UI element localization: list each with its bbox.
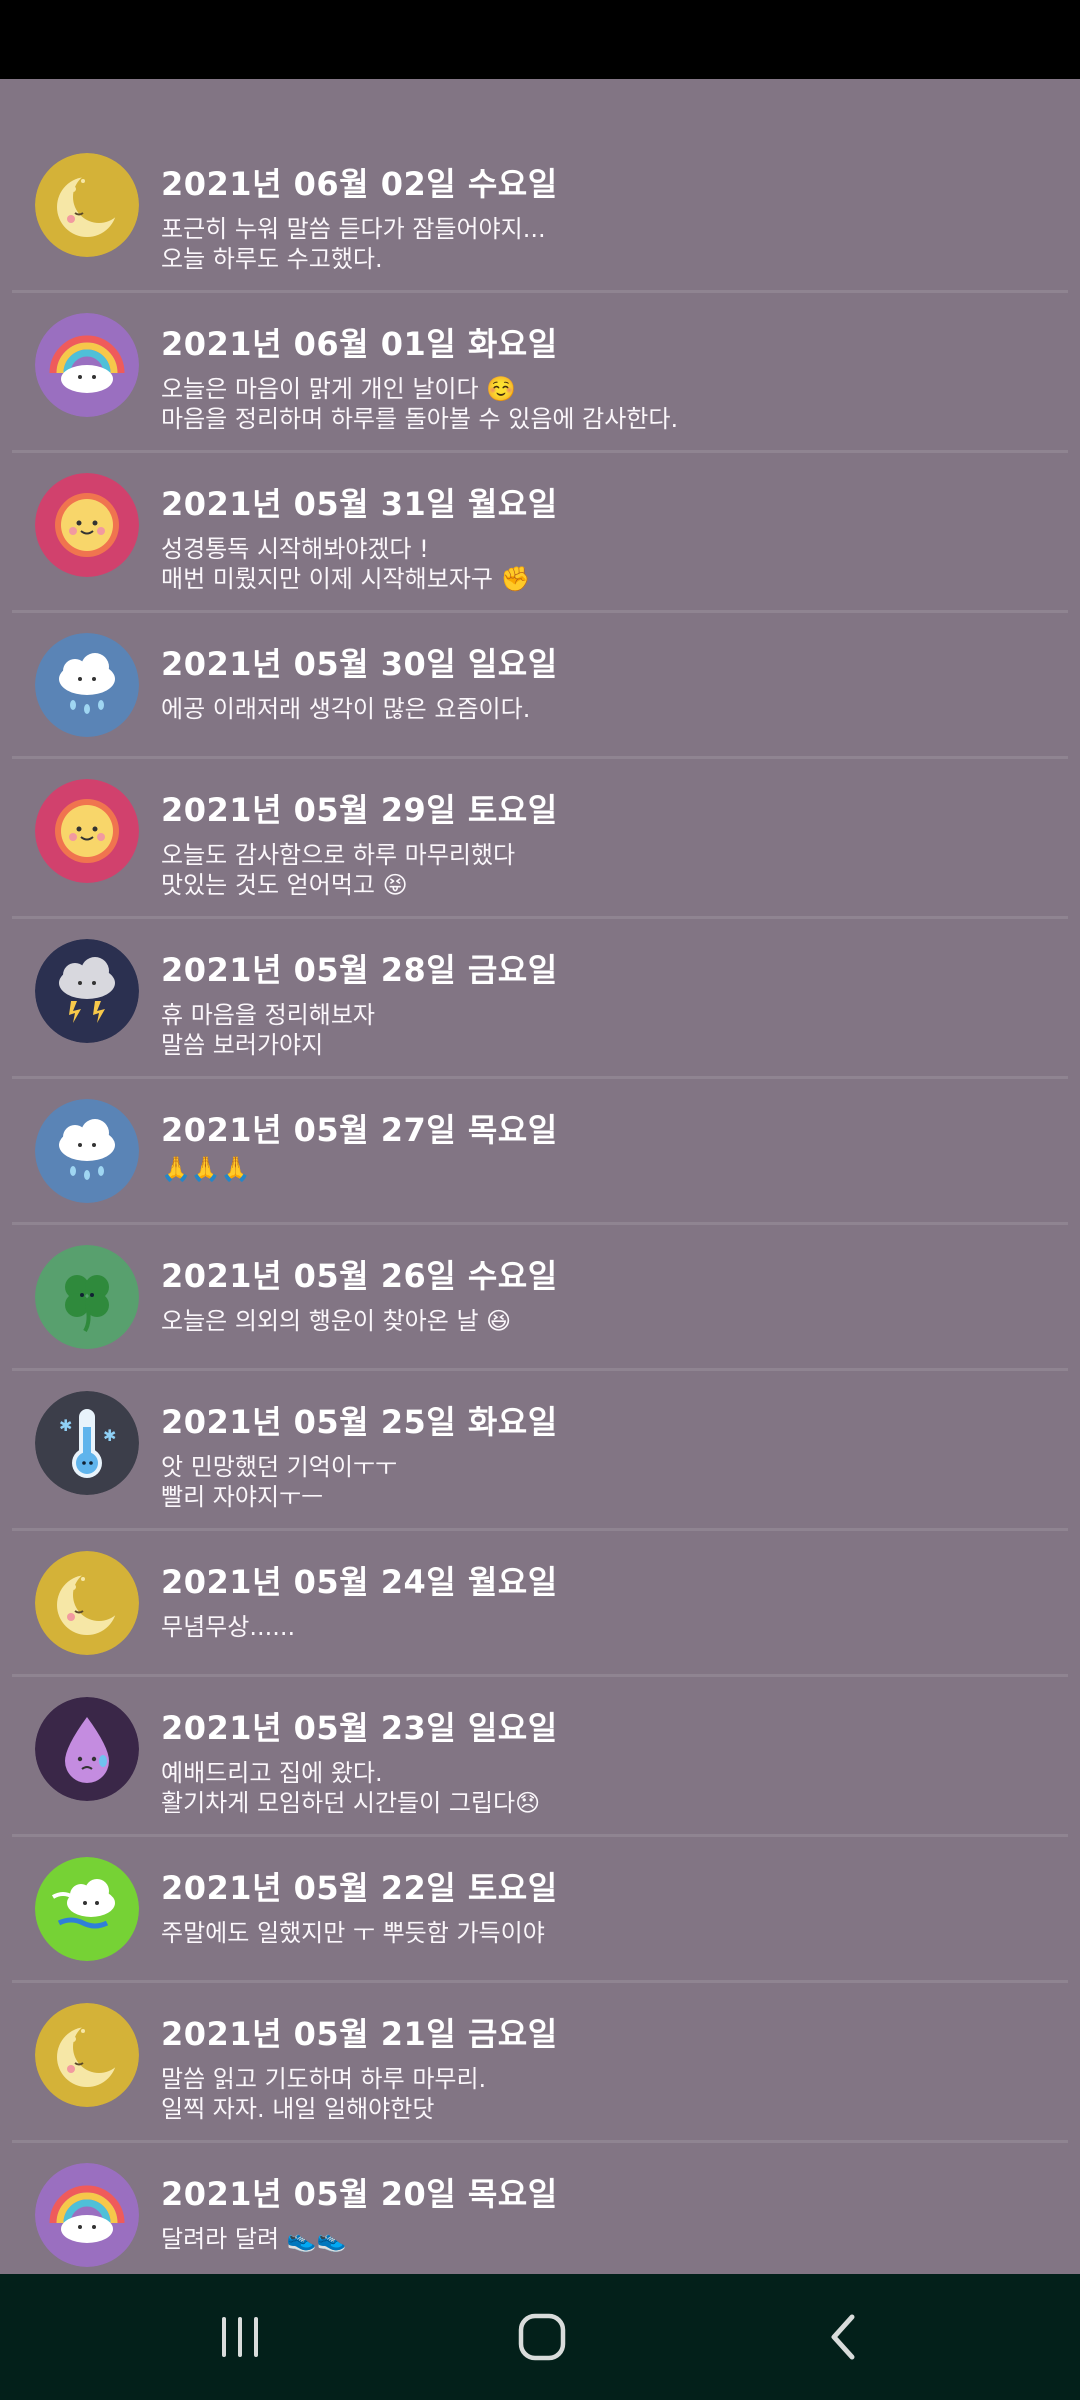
entry-text: 에공 이래저래 생각이 많은 요즘이다. (161, 695, 531, 723)
rain-cloud-icon (35, 1099, 139, 1203)
entry-text: 오늘은 의외의 행운이 찾아온 날 😆 (161, 1307, 512, 1335)
clover-icon (35, 1245, 139, 1349)
entry-text: 무념무상...... (161, 1613, 296, 1641)
svg-text:✱: ✱ (103, 1426, 116, 1445)
moon-icon (35, 1551, 139, 1655)
entry-text: 빨리 자야지ㅜㅡ (161, 1483, 324, 1511)
entry-date: 2021년 05월 27일 목요일 (161, 1111, 558, 1149)
list-item[interactable]: 2021년 05월 29일 토요일 오늘도 감사함으로 하루 마무리했다 맛있는… (12, 759, 1068, 919)
storm-cloud-icon (35, 939, 139, 1043)
entry-text: 맛있는 것도 얻어먹고 😝 (161, 871, 408, 899)
entry-date: 2021년 05월 22일 토요일 (161, 1869, 558, 1907)
list-item[interactable]: 2021년 05월 28일 금요일 휴 마음을 정리해보자 말씀 보러가야지 (12, 919, 1068, 1079)
list-item[interactable]: 2021년 05월 22일 토요일 주말에도 일했지만 ㅜ 뿌듯함 가득이야 (12, 1837, 1068, 1983)
entry-date: 2021년 05월 26일 수요일 (161, 1257, 558, 1295)
list-item[interactable]: 2021년 06월 02일 수요일 포근히 누워 말씀 듣다가 잠들어야지...… (12, 133, 1068, 293)
moon-icon (35, 2003, 139, 2107)
entry-text: 오늘 하루도 수고했다. (161, 245, 383, 273)
list-item[interactable]: 2021년 05월 20일 목요일 달려라 달려 👟👟 (12, 2143, 1068, 2274)
entry-text: 활기차게 모임하던 시간들이 그립다😞 (161, 1789, 541, 1817)
list-item[interactable]: ✱ ✱ 2021년 05월 25일 화요일 앗 민망했던 기억이ㅜㅜ 빨리 자야지… (12, 1371, 1068, 1531)
back-icon (831, 2314, 855, 2360)
entry-date: 2021년 05월 30일 일요일 (161, 645, 558, 683)
list-item[interactable]: 2021년 05월 21일 금요일 말씀 읽고 기도하며 하루 마무리. 일찍 … (12, 1983, 1068, 2143)
wind-cloud-icon (35, 1857, 139, 1961)
sun-icon (35, 779, 139, 883)
list-item[interactable]: 2021년 05월 30일 일요일 에공 이래저래 생각이 많은 요즘이다. (12, 613, 1068, 759)
entry-date: 2021년 05월 20일 목요일 (161, 2175, 558, 2213)
moon-icon (35, 153, 139, 257)
list-item[interactable]: 2021년 06월 01일 화요일 오늘은 마음이 맑게 개인 날이다 ☺️ 마… (12, 293, 1068, 453)
entry-date: 2021년 05월 28일 금요일 (161, 951, 558, 989)
rainbow-icon (35, 2163, 139, 2267)
recents-icon (222, 2317, 258, 2357)
home-icon (518, 2313, 566, 2361)
rainbow-icon (35, 313, 139, 417)
entry-date: 2021년 05월 24일 월요일 (161, 1563, 558, 1601)
list-item[interactable]: 2021년 05월 31일 월요일 성경통독 시작해봐야겠다 ! 매번 미뤘지만… (12, 453, 1068, 613)
sun-icon (35, 473, 139, 577)
entry-date: 2021년 05월 29일 토요일 (161, 791, 558, 829)
list-item[interactable]: 2021년 05월 26일 수요일 오늘은 의외의 행운이 찾아온 날 😆 (12, 1225, 1068, 1371)
list-item[interactable]: 2021년 05월 27일 목요일 🙏🙏🙏 (12, 1079, 1068, 1225)
status-bar (0, 0, 1080, 79)
entry-date: 2021년 05월 25일 화요일 (161, 1403, 558, 1441)
list-item[interactable]: 2021년 05월 24일 월요일 무념무상...... (12, 1531, 1068, 1677)
entry-text: 일찍 자자. 내일 일해야한닷 (161, 2095, 435, 2123)
rain-cloud-icon (35, 633, 139, 737)
entry-text: 🙏🙏🙏 (161, 1155, 251, 1183)
list-item[interactable]: 2021년 05월 23일 일요일 예배드리고 집에 왔다. 활기차게 모임하던… (12, 1677, 1068, 1837)
entry-date: 2021년 06월 02일 수요일 (161, 165, 558, 203)
diary-list[interactable]: 2021년 06월 02일 수요일 포근히 누워 말씀 듣다가 잠들어야지...… (0, 79, 1080, 2274)
entry-date: 2021년 05월 31일 월요일 (161, 485, 558, 523)
entry-date: 2021년 05월 21일 금요일 (161, 2015, 558, 2053)
drop-icon (35, 1697, 139, 1801)
entry-text: 매번 미뤘지만 이제 시작해보자구 ✊ (161, 565, 531, 593)
entry-text: 마음을 정리하며 하루를 돌아볼 수 있음에 감사한다. (161, 405, 679, 433)
entry-date: 2021년 06월 01일 화요일 (161, 325, 558, 363)
entry-text: 주말에도 일했지만 ㅜ 뿌듯함 가득이야 (161, 1919, 545, 1947)
back-button[interactable] (764, 2274, 924, 2400)
home-button[interactable] (462, 2274, 622, 2400)
thermometer-icon: ✱ ✱ (35, 1391, 139, 1495)
recents-button[interactable] (160, 2274, 320, 2400)
entry-text: 말씀 보러가야지 (161, 1031, 324, 1059)
navigation-bar (0, 2274, 1080, 2400)
svg-text:✱: ✱ (59, 1416, 72, 1435)
entry-text: 달려라 달려 👟👟 (161, 2225, 347, 2253)
entry-date: 2021년 05월 23일 일요일 (161, 1709, 558, 1747)
